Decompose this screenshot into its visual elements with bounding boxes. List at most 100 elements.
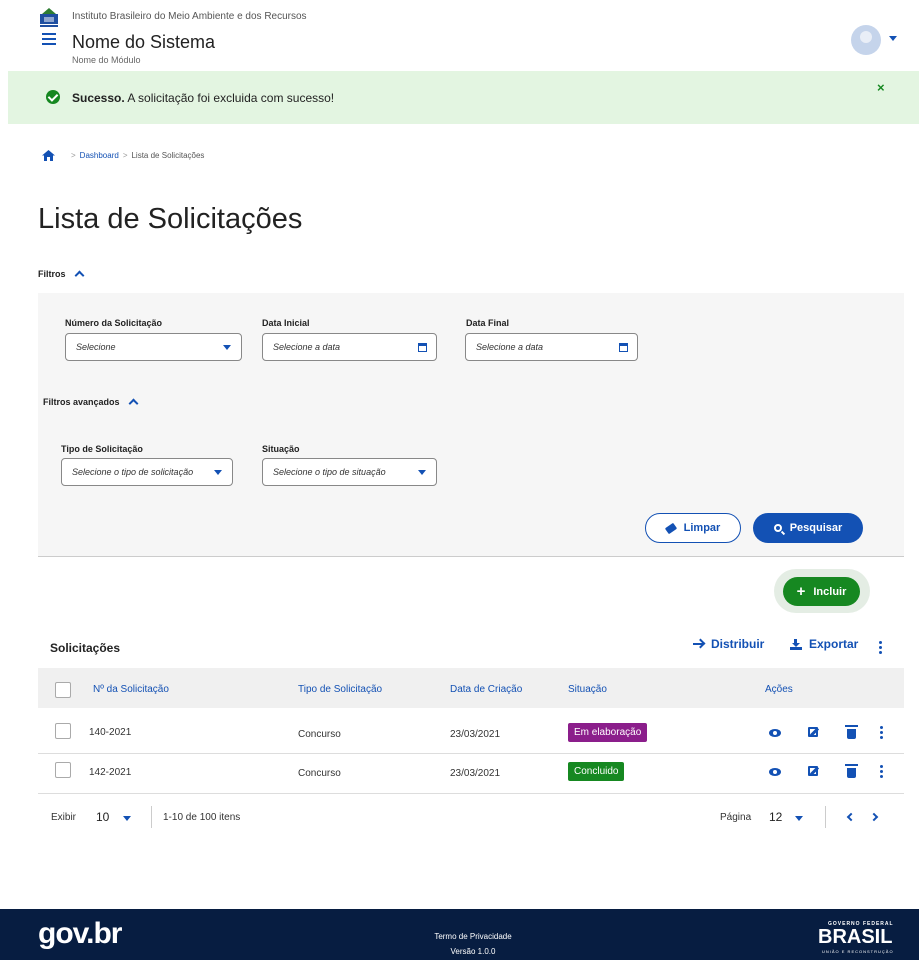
more-options-icon[interactable] [879,641,882,656]
column-header-numero[interactable]: Nº da Solicitação [93,684,169,695]
table-row: 140-2021 Concurso 23/03/2021 Em elaboraç… [38,714,904,754]
numero-label: Número da Solicitação [65,318,163,328]
column-header-data[interactable]: Data de Criação [450,684,522,695]
org-name: Instituto Brasileiro do Meio Ambiente e … [72,11,307,22]
row-tipo: Concurso [298,768,341,779]
advanced-filters-label: Filtros avançados [43,396,120,407]
footer: gov.br Termo de Privacidade Versão 1.0.0… [0,909,919,960]
search-label: Pesquisar [789,522,843,534]
status-badge: Concluido [568,762,625,781]
system-name: Nome do Sistema [72,32,216,52]
distribuir-label: Distribuir [711,637,765,651]
menu-icon[interactable] [42,33,56,47]
more-options-icon[interactable] [880,726,883,741]
data-inicial-placeholder: Selecione a data [273,342,341,352]
eraser-icon [664,522,677,534]
success-alert: Sucesso. A solicitação foi excluida com … [8,71,919,124]
table-header: Nº da Solicitação Tipo de Solicitação Da… [38,668,904,708]
check-circle-icon [46,90,60,104]
distribuir-button[interactable]: Distribuir [693,637,764,651]
caret-down-icon [223,345,231,350]
data-final-input[interactable]: Selecione a data [465,333,638,361]
numero-select[interactable]: Selecione [65,333,242,361]
close-icon[interactable]: × [877,80,885,95]
edit-icon[interactable] [808,727,818,737]
view-icon[interactable] [769,729,781,737]
row-checkbox[interactable] [55,762,71,778]
chevron-up-icon [128,398,138,409]
clear-label: Limpar [683,522,721,534]
row-data: 23/03/2021 [450,729,501,740]
column-header-acoes: Ações [765,684,793,695]
pagina-label: Página [720,812,752,823]
search-button[interactable]: Pesquisar [753,513,863,543]
exportar-button[interactable]: Exportar [790,637,858,651]
tagline-text: UNIÃO E RECONSTRUÇÃO [822,949,894,954]
page-title: Lista de Solicitações [38,203,303,235]
alert-message: Sucesso. A solicitação foi excluida com … [72,91,334,105]
tipo-label: Tipo de Solicitação [61,444,143,454]
tipo-select[interactable]: Selecione o tipo de solicitação [61,458,233,486]
download-icon [790,638,802,650]
view-icon[interactable] [769,768,781,776]
filter-panel: Número da Solicitação Selecione Data Ini… [38,293,904,557]
column-header-tipo[interactable]: Tipo de Solicitação [298,684,382,695]
plus-icon: + [796,583,806,600]
chevron-down-icon[interactable] [889,36,897,41]
brasil-logo: BRASIL [818,926,893,948]
row-numero: 142-2021 [89,767,132,778]
divider [825,806,826,828]
per-page-select[interactable]: 10 [96,810,109,824]
range-text: 1-10 de 100 itens [163,812,241,823]
edit-icon[interactable] [808,766,818,776]
caret-down-icon[interactable] [795,816,803,821]
divider [151,806,152,828]
avatar[interactable] [851,25,881,55]
select-all-checkbox[interactable] [55,682,71,698]
version-text: Versão 1.0.0 [450,947,496,956]
privacy-link[interactable]: Termo de Privacidade [428,929,518,944]
chevron-left-icon[interactable] [846,812,856,822]
trash-icon[interactable] [845,764,858,778]
data-inicial-input[interactable]: Selecione a data [262,333,437,361]
home-icon[interactable] [42,150,55,161]
add-button[interactable]: + Incluir [783,577,860,606]
exibir-label: Exibir [51,812,77,823]
row-checkbox[interactable] [55,723,71,739]
search-icon [773,524,782,532]
exportar-label: Exportar [809,637,859,651]
filters-toggle[interactable]: Filtros [38,268,84,281]
chevron-up-icon [74,270,84,281]
trash-icon[interactable] [845,725,858,739]
breadcrumb-separator: > [71,151,76,160]
table-row: 142-2021 Concurso 23/03/2021 Concluido [38,754,904,794]
breadcrumb: > Dashboard > Lista de Solicitações [42,150,204,161]
advanced-filters-toggle[interactable]: Filtros avançados [43,396,138,409]
row-data: 23/03/2021 [450,768,501,779]
numero-value: Selecione [76,342,116,352]
ibama-logo [40,8,58,27]
caret-down-icon[interactable] [123,816,131,821]
row-numero: 140-2021 [89,727,132,738]
clear-button[interactable]: Limpar [645,513,741,543]
calendar-icon[interactable] [418,343,427,352]
table-title: Solicitações [50,641,121,655]
situacao-select[interactable]: Selecione o tipo de situação [262,458,437,486]
caret-down-icon [418,470,426,475]
data-inicial-label: Data Inicial [262,318,310,328]
filters-label: Filtros [38,268,66,279]
footer-links: Termo de Privacidade Versão 1.0.0 [428,929,518,959]
situacao-value: Selecione o tipo de situação [273,467,386,477]
breadcrumb-dashboard[interactable]: Dashboard [80,151,119,160]
header: Instituto Brasileiro do Meio Ambiente e … [0,0,919,70]
arrow-right-icon [693,643,703,645]
column-header-situacao[interactable]: Situação [568,684,607,695]
govbr-logo[interactable]: gov.br [38,917,122,951]
caret-down-icon [214,470,222,475]
calendar-icon[interactable] [619,343,628,352]
breadcrumb-current: Lista de Solicitações [131,151,205,160]
more-options-icon[interactable] [880,765,883,780]
chevron-right-icon[interactable] [869,812,879,822]
status-badge: Em elaboração [568,723,648,742]
page-select[interactable]: 12 [769,810,782,824]
